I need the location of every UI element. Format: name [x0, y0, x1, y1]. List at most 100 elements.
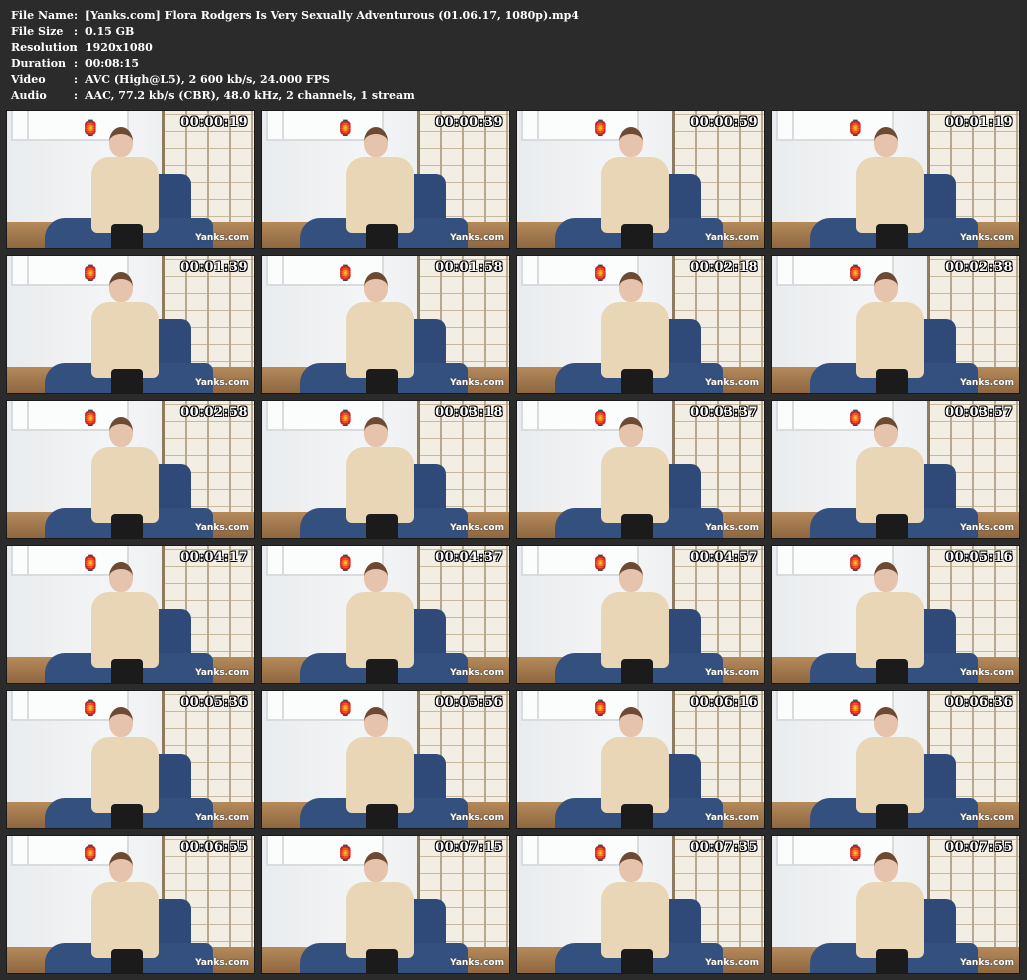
video-thumbnail: 🏮 Yanks.com 00:03:57 [771, 400, 1020, 539]
watermark-logo: Yanks.com [195, 233, 249, 243]
thumbnail-timestamp: 00:07:15 [435, 840, 503, 855]
info-value: AAC, 77.2 kb/s (CBR), 48.0 kHz, 2 channe… [85, 89, 415, 102]
info-value: AVC (High@L5), 2 600 kb/s, 24.000 FPS [85, 73, 330, 86]
watermark-logo: Yanks.com [960, 813, 1014, 823]
watermark-logo: Yanks.com [450, 233, 504, 243]
video-thumbnail: 🏮 Yanks.com 00:03:18 [261, 400, 510, 539]
seated-person [89, 852, 161, 973]
seated-person [599, 707, 671, 828]
watermark-logo: Yanks.com [705, 378, 759, 388]
watermark-logo: Yanks.com [705, 813, 759, 823]
seated-person [599, 272, 671, 393]
lantern-icon: 🏮 [591, 264, 610, 282]
seated-person [599, 562, 671, 683]
seated-person [344, 852, 416, 973]
seated-person [344, 562, 416, 683]
info-value: 1920x1080 [85, 41, 153, 54]
info-value: [Yanks.com] Flora Rodgers Is Very Sexual… [85, 9, 579, 22]
lantern-icon: 🏮 [81, 409, 100, 427]
lantern-icon: 🏮 [336, 409, 355, 427]
video-thumbnail: 🏮 Yanks.com 00:06:55 [6, 835, 255, 974]
thumbnail-timestamp: 00:02:38 [945, 260, 1013, 275]
video-thumbnail: 🏮 Yanks.com 00:07:15 [261, 835, 510, 974]
video-thumbnail: 🏮 Yanks.com 00:04:17 [6, 545, 255, 684]
thumbnail-timestamp: 00:07:35 [690, 840, 758, 855]
video-thumbnail: 🏮 Yanks.com 00:02:18 [516, 255, 765, 394]
lantern-icon: 🏮 [591, 409, 610, 427]
thumbnail-timestamp: 00:03:18 [435, 405, 503, 420]
watermark-logo: Yanks.com [705, 523, 759, 533]
seated-person [599, 127, 671, 248]
lantern-icon: 🏮 [336, 844, 355, 862]
seated-person [599, 417, 671, 538]
watermark-logo: Yanks.com [195, 523, 249, 533]
seated-person [89, 272, 161, 393]
watermark-logo: Yanks.com [705, 233, 759, 243]
info-label: Duration [11, 57, 67, 70]
watermark-logo: Yanks.com [960, 523, 1014, 533]
thumbnail-timestamp: 00:00:59 [690, 115, 758, 130]
watermark-logo: Yanks.com [450, 958, 504, 968]
video-thumbnail: 🏮 Yanks.com 00:01:58 [261, 255, 510, 394]
video-thumbnail: 🏮 Yanks.com 00:05:16 [771, 545, 1020, 684]
watermark-logo: Yanks.com [705, 668, 759, 678]
thumbnail-timestamp: 00:07:55 [945, 840, 1013, 855]
info-row: File Name: [Yanks.com] Flora Rodgers Is V… [11, 8, 579, 24]
lantern-icon: 🏮 [81, 554, 100, 572]
info-row: Duration:00:08:15 [11, 56, 579, 72]
watermark-logo: Yanks.com [705, 958, 759, 968]
thumbnail-timestamp: 00:03:37 [690, 405, 758, 420]
video-thumbnail: 🏮 Yanks.com 00:00:39 [261, 110, 510, 249]
seated-person [854, 707, 926, 828]
video-thumbnail: 🏮 Yanks.com 00:04:37 [261, 545, 510, 684]
seated-person [89, 562, 161, 683]
lantern-icon: 🏮 [81, 844, 100, 862]
watermark-logo: Yanks.com [960, 378, 1014, 388]
video-thumbnail: 🏮 Yanks.com 00:03:37 [516, 400, 765, 539]
info-value: 00:08:15 [85, 57, 140, 70]
info-row: Video: AVC (High@L5), 2 600 kb/s, 24.000 … [11, 72, 579, 88]
thumbnail-timestamp: 00:02:18 [690, 260, 758, 275]
thumbnail-timestamp: 00:00:39 [435, 115, 503, 130]
watermark-logo: Yanks.com [450, 813, 504, 823]
video-thumbnail: 🏮 Yanks.com 00:05:36 [6, 690, 255, 829]
seated-person [344, 417, 416, 538]
video-thumbnail: 🏮 Yanks.com 00:07:35 [516, 835, 765, 974]
lantern-icon: 🏮 [336, 264, 355, 282]
thumbnail-timestamp: 00:01:58 [435, 260, 503, 275]
watermark-logo: Yanks.com [195, 378, 249, 388]
thumbnail-timestamp: 00:05:36 [180, 695, 248, 710]
lantern-icon: 🏮 [336, 554, 355, 572]
video-thumbnail: 🏮 Yanks.com 00:07:55 [771, 835, 1020, 974]
seated-person [854, 272, 926, 393]
video-thumbnail: 🏮 Yanks.com 00:06:36 [771, 690, 1020, 829]
watermark-logo: Yanks.com [450, 668, 504, 678]
watermark-logo: Yanks.com [195, 813, 249, 823]
seated-person [89, 417, 161, 538]
lantern-icon: 🏮 [846, 264, 865, 282]
seated-person [344, 707, 416, 828]
seated-person [854, 852, 926, 973]
seated-person [854, 417, 926, 538]
seated-person [854, 562, 926, 683]
thumbnail-timestamp: 00:04:37 [435, 550, 503, 565]
watermark-logo: Yanks.com [450, 523, 504, 533]
video-thumbnail: 🏮 Yanks.com 00:02:38 [771, 255, 1020, 394]
thumbnail-timestamp: 00:04:17 [180, 550, 248, 565]
info-separator: : [74, 41, 79, 54]
info-separator: : [74, 73, 79, 86]
seated-person [344, 272, 416, 393]
video-thumbnail: 🏮 Yanks.com 00:04:57 [516, 545, 765, 684]
thumbnail-timestamp: 00:03:57 [945, 405, 1013, 420]
watermark-logo: Yanks.com [195, 668, 249, 678]
seated-person [854, 127, 926, 248]
info-row: File Size:0.15 GB [11, 24, 579, 40]
thumbnail-timestamp: 00:05:56 [435, 695, 503, 710]
thumbnail-timestamp: 00:01:19 [945, 115, 1013, 130]
watermark-logo: Yanks.com [450, 378, 504, 388]
lantern-icon: 🏮 [591, 554, 610, 572]
info-separator: : [74, 89, 79, 102]
info-row: Audio: AAC, 77.2 kb/s (CBR), 48.0 kHz, 2 … [11, 88, 579, 104]
seated-person [344, 127, 416, 248]
lantern-icon: 🏮 [591, 699, 610, 717]
